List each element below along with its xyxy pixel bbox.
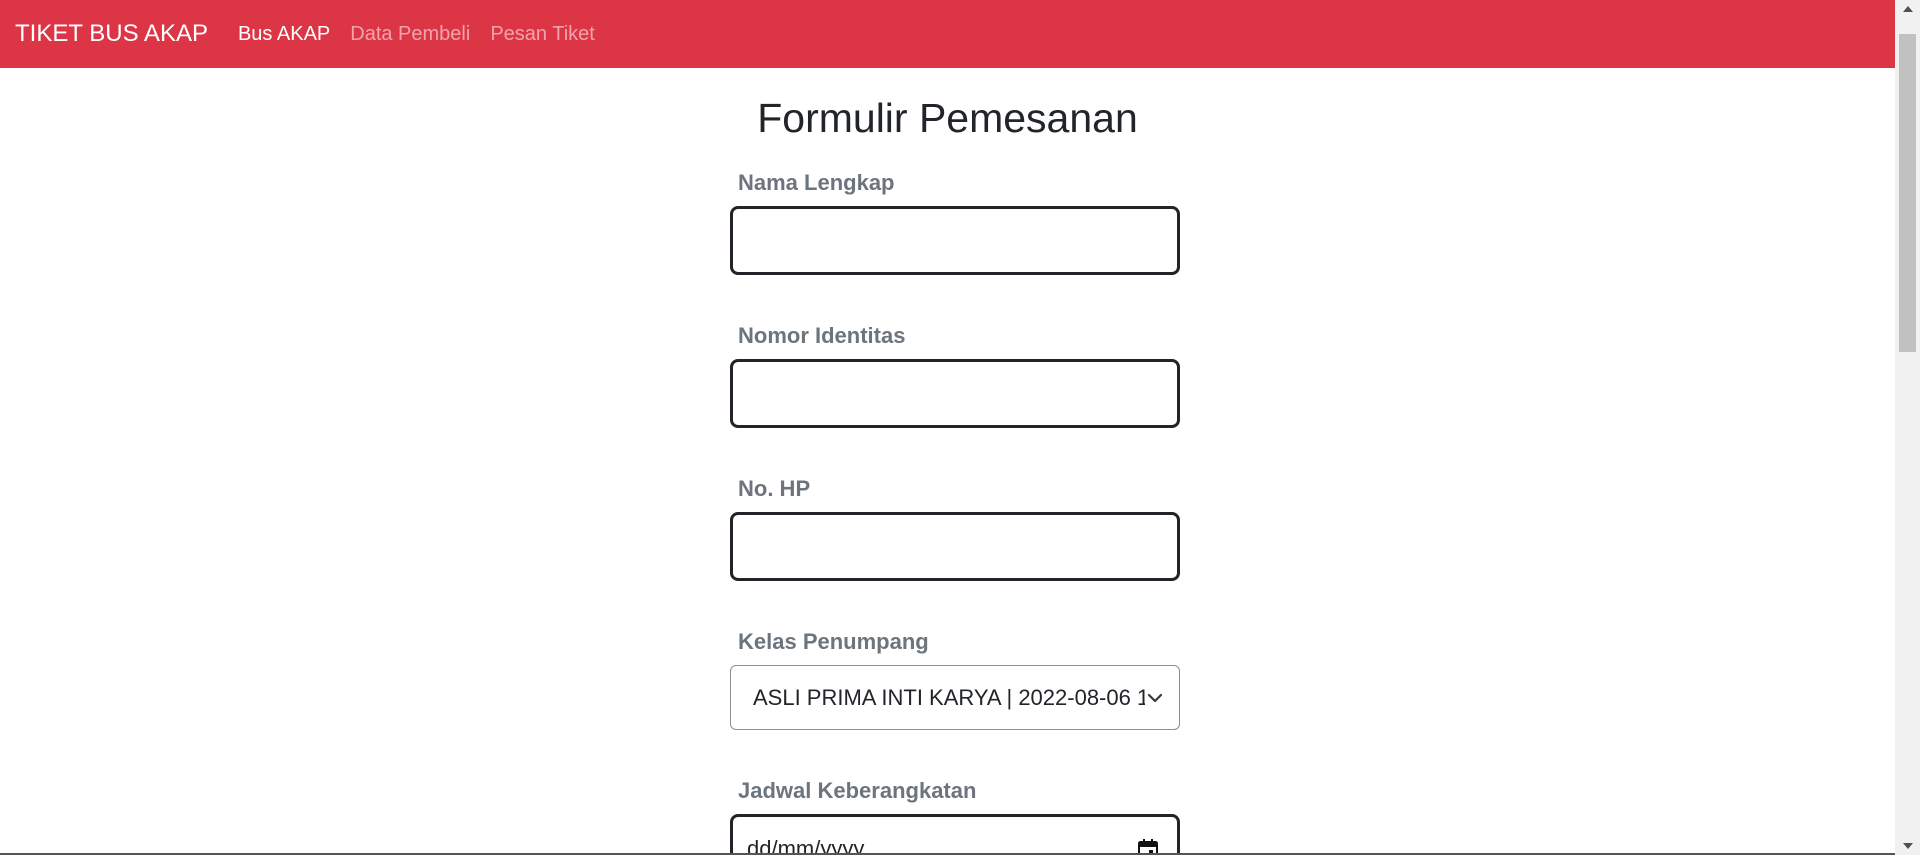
nama-lengkap-label: Nama Lengkap: [738, 170, 895, 195]
scroll-down-arrow-icon[interactable]: [1895, 837, 1920, 855]
scroll-up-arrow-icon[interactable]: [1895, 0, 1920, 18]
browser-viewport: TIKET BUS AKAP Bus AKAP Data Pembeli Pes…: [0, 0, 1895, 853]
chevron-down-icon: [1145, 688, 1165, 708]
form-title: Formulir Pemesanan: [757, 95, 1138, 141]
jadwal-keberangkatan-label: Jadwal Keberangkatan: [738, 778, 977, 803]
kelas-penumpang-label: Kelas Penumpang: [738, 629, 929, 654]
scrollbar-thumb[interactable]: [1899, 34, 1916, 352]
calendar-icon[interactable]: [1137, 838, 1159, 853]
navbar: TIKET BUS AKAP Bus AKAP Data Pembeli Pes…: [0, 0, 1895, 68]
nav-link-data-pembeli[interactable]: Data Pembeli: [350, 23, 470, 46]
vertical-scrollbar[interactable]: [1895, 0, 1920, 855]
no-hp-input[interactable]: [730, 512, 1180, 581]
date-placeholder: dd/mm/yyyy: [747, 835, 865, 854]
booking-form: Nama Lengkap Nomor Identitas No. HP Kela…: [730, 160, 1180, 853]
nama-lengkap-input[interactable]: [730, 206, 1180, 275]
navbar-brand[interactable]: TIKET BUS AKAP: [15, 0, 208, 68]
jadwal-keberangkatan-date-input[interactable]: dd/mm/yyyy: [730, 814, 1180, 853]
nomor-identitas-input[interactable]: [730, 359, 1180, 428]
nav-links: Bus AKAP Data Pembeli Pesan Tiket: [238, 23, 615, 46]
no-hp-label: No. HP: [738, 476, 811, 501]
nomor-identitas-label: Nomor Identitas: [738, 323, 906, 348]
kelas-penumpang-select[interactable]: ASLI PRIMA INTI KARYA | 2022-08-06 1: [730, 665, 1180, 730]
nav-link-bus-akap[interactable]: Bus AKAP: [238, 23, 330, 46]
page: TIKET BUS AKAP Bus AKAP Data Pembeli Pes…: [0, 0, 1920, 855]
nav-link-pesan-tiket[interactable]: Pesan Tiket: [490, 23, 595, 46]
kelas-penumpang-selected-value: ASLI PRIMA INTI KARYA | 2022-08-06 1: [753, 684, 1145, 710]
